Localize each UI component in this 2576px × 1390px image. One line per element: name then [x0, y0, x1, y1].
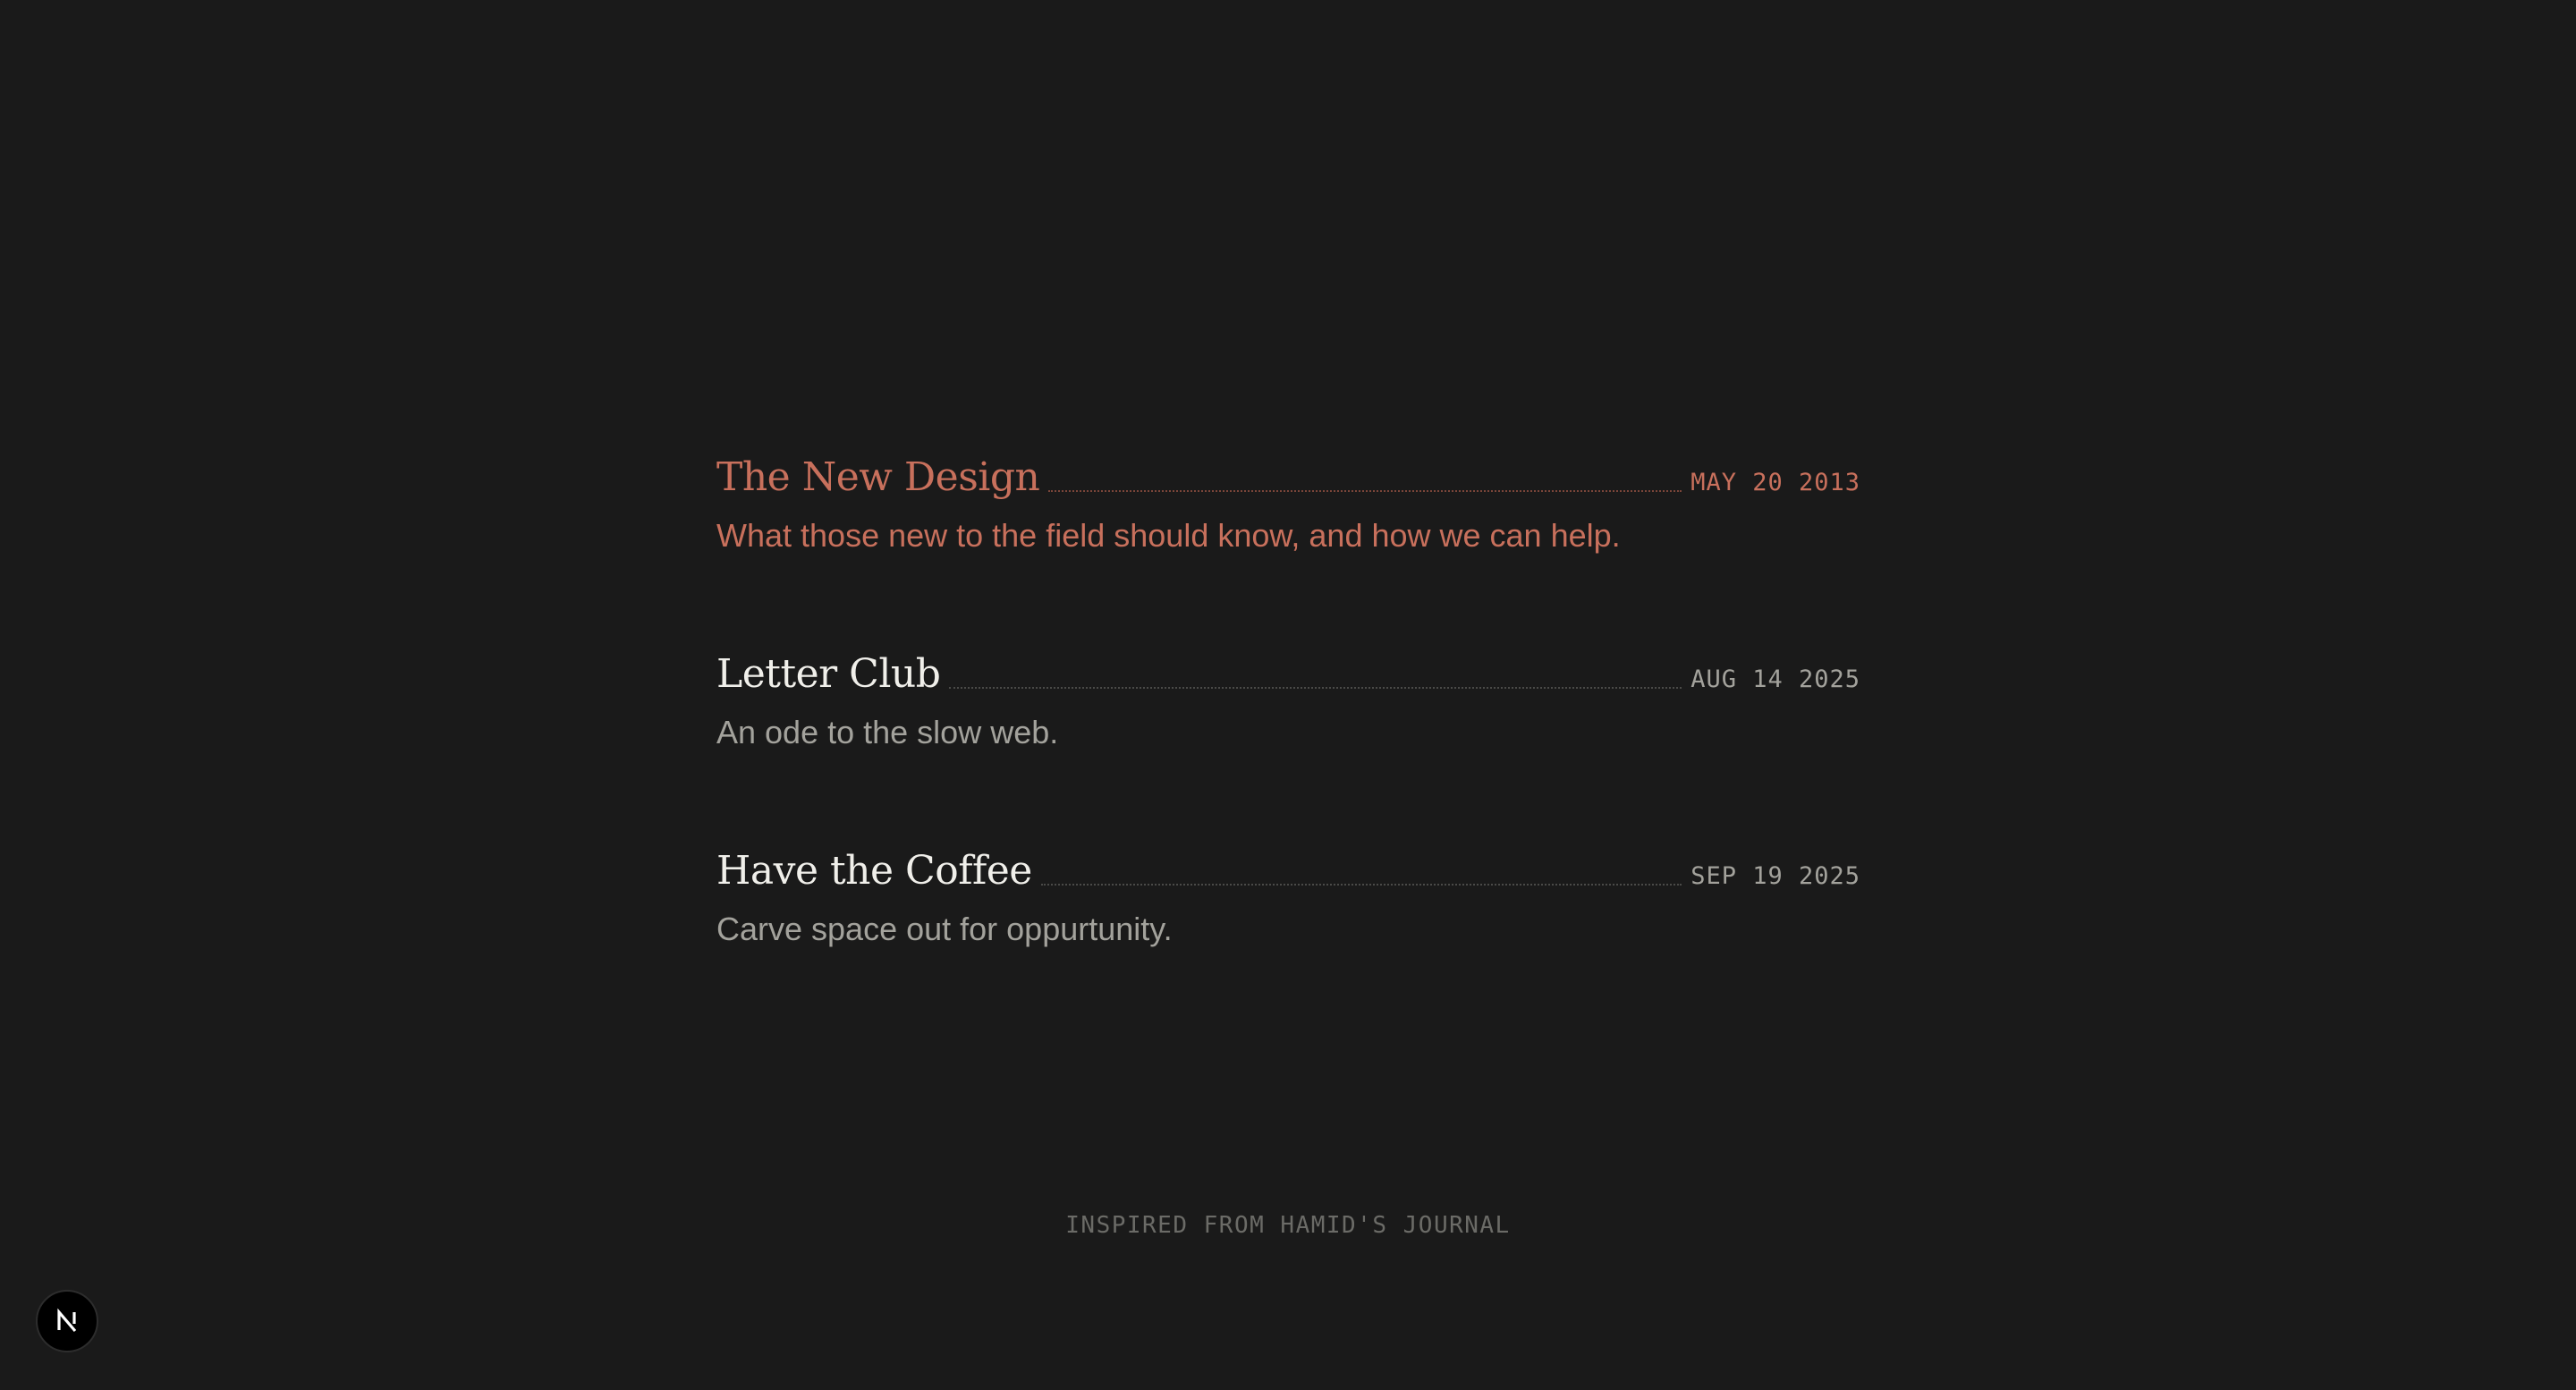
footer-credit: INSPIRED FROM HAMID'S JOURNAL: [1065, 1212, 1511, 1239]
post-description: What those new to the field should know,…: [716, 517, 1621, 554]
dotted-leader: [1040, 884, 1682, 886]
post-title: Have the Coffee: [716, 848, 1032, 894]
dotted-leader: [949, 687, 1682, 689]
post-list: The New Design MAY 20 2013 What those ne…: [716, 453, 1860, 1043]
post-header: The New Design MAY 20 2013: [716, 453, 1860, 503]
post-date: MAY 20 2013: [1690, 469, 1860, 496]
dotted-leader: [1048, 490, 1682, 492]
post-header: Have the Coffee SEP 19 2025: [716, 846, 1860, 896]
post-item-have-the-coffee[interactable]: Have the Coffee SEP 19 2025 Carve space …: [716, 846, 1860, 950]
post-item-letter-club[interactable]: Letter Club AUG 14 2025 An ode to the sl…: [716, 649, 1860, 753]
post-date: SEP 19 2025: [1690, 862, 1860, 890]
post-description: Carve space out for oppurtunity.: [716, 911, 1173, 947]
nextjs-dev-badge[interactable]: [36, 1290, 98, 1352]
post-title: The New Design: [716, 454, 1040, 500]
post-title: Letter Club: [716, 651, 941, 697]
post-item-the-new-design[interactable]: The New Design MAY 20 2013 What those ne…: [716, 453, 1860, 556]
post-description: An ode to the slow web.: [716, 714, 1059, 750]
post-header: Letter Club AUG 14 2025: [716, 649, 1860, 699]
nextjs-logo-icon: [57, 1308, 77, 1333]
post-date: AUG 14 2025: [1690, 665, 1860, 693]
